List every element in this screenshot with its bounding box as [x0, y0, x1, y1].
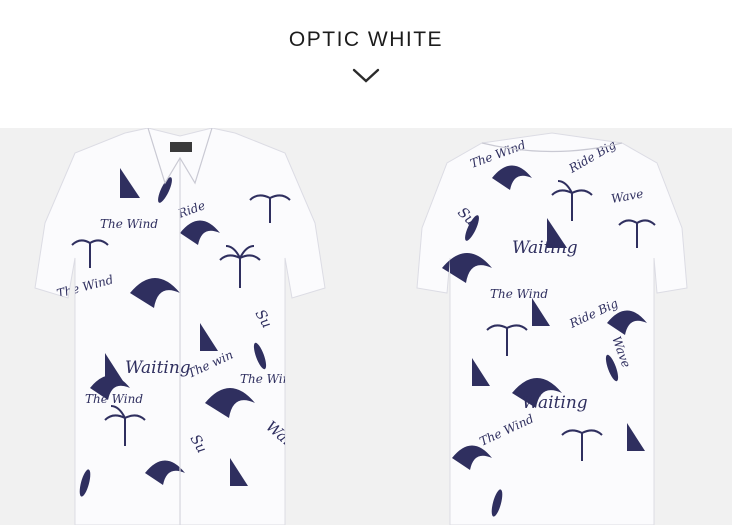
svg-text:Waiting: Waiting	[512, 238, 578, 258]
chevron-down-icon[interactable]	[351, 66, 381, 86]
color-header: OPTIC WHITE	[0, 0, 732, 128]
svg-text:Waiting: Waiting	[522, 393, 588, 413]
svg-text:The Wind: The Wind	[240, 372, 298, 386]
shirt-back-image: The Wind Ride Big Wave Waiting The Wind …	[416, 132, 688, 525]
color-name-title: OPTIC WHITE	[288, 28, 444, 51]
product-color-page: OPTIC WHITE The Wind Ride Waiting Su The…	[0, 0, 732, 525]
svg-text:Waiting: Waiting	[125, 358, 191, 378]
shirt-front-image: The Wind Ride Waiting Su The Wind The wi…	[34, 128, 326, 525]
svg-text:The Wind: The Wind	[490, 287, 548, 301]
svg-text:The Wind: The Wind	[85, 392, 143, 406]
svg-text:The Wind: The Wind	[100, 217, 158, 231]
